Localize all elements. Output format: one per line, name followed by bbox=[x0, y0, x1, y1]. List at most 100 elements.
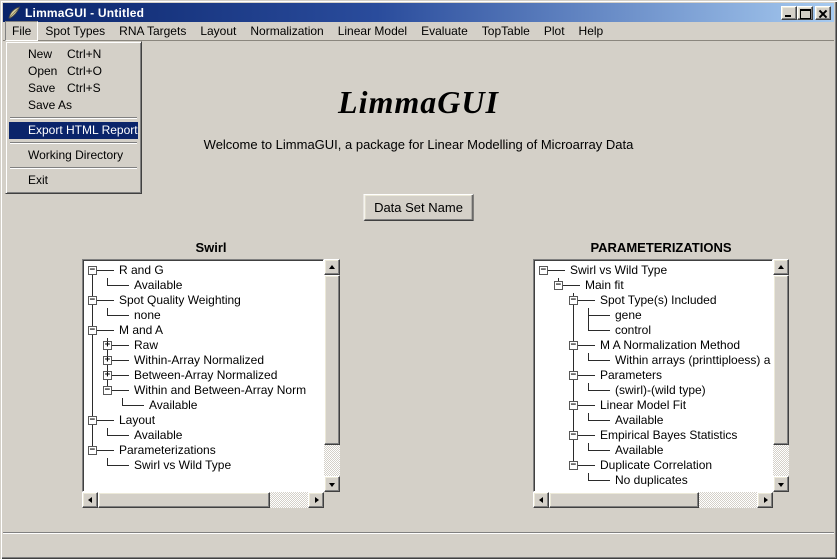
tree-branch-line bbox=[115, 338, 132, 353]
swirl-tree[interactable]: −R and GAvailable−Spot Quality Weighting… bbox=[82, 259, 324, 492]
menu-help[interactable]: Help bbox=[572, 21, 611, 41]
tree-gutter bbox=[551, 383, 566, 398]
menu-item-label: Open bbox=[28, 63, 57, 80]
tree-gutter bbox=[551, 473, 566, 488]
minimize-button[interactable] bbox=[781, 6, 797, 20]
data-set-name-button[interactable]: Data Set Name bbox=[363, 194, 474, 221]
scrollbar-thumb[interactable] bbox=[98, 492, 270, 508]
swirl-tree-vertical-scrollbar[interactable] bbox=[324, 259, 340, 492]
tree-gutter bbox=[536, 413, 551, 428]
tree-branch-line bbox=[581, 293, 598, 308]
tree-item-label[interactable]: Available bbox=[613, 443, 663, 458]
scroll-right-button[interactable] bbox=[757, 492, 773, 508]
menu-file[interactable]: File bbox=[5, 21, 38, 41]
tree-item-label[interactable]: Main fit bbox=[583, 278, 624, 293]
scrollbar-thumb[interactable] bbox=[773, 275, 789, 445]
maximize-button[interactable] bbox=[797, 6, 813, 20]
tree-item-label[interactable]: Spot Type(s) Included bbox=[598, 293, 717, 308]
scrollbar-thumb[interactable] bbox=[549, 492, 699, 508]
tree-item-label[interactable]: M and A bbox=[117, 323, 163, 338]
expand-box-icon[interactable]: + bbox=[103, 341, 112, 350]
collapse-box-icon[interactable]: − bbox=[569, 401, 578, 410]
menu-item-save-as[interactable]: Save As bbox=[9, 97, 138, 114]
tree-item-label[interactable]: Available bbox=[132, 428, 182, 443]
titlebar[interactable]: LimmaGUI - Untitled bbox=[3, 3, 834, 22]
bottom-divider bbox=[3, 532, 834, 534]
tree-item-label[interactable]: none bbox=[132, 308, 161, 323]
tree-item-label[interactable]: Empirical Bayes Statistics bbox=[598, 428, 737, 443]
scroll-left-button[interactable] bbox=[533, 492, 549, 508]
swirl-tree-horizontal-scrollbar[interactable] bbox=[82, 492, 324, 508]
tree-item-label[interactable]: (swirl)-(wild type) bbox=[613, 383, 706, 398]
scroll-right-button[interactable] bbox=[308, 492, 324, 508]
parameterizations-tree[interactable]: −Swirl vs Wild Type−Main fit−Spot Type(s… bbox=[533, 259, 773, 492]
menu-item-export-html-report[interactable]: Export HTML Report bbox=[9, 122, 138, 139]
parameterizations-tree-vertical-scrollbar[interactable] bbox=[773, 259, 789, 492]
collapse-box-icon[interactable]: − bbox=[88, 326, 97, 335]
menu-item-open[interactable]: Open Ctrl+O bbox=[9, 63, 138, 80]
tree-item-label[interactable]: Between-Array Normalized bbox=[132, 368, 277, 383]
tree-item-label[interactable]: Swirl vs Wild Type bbox=[132, 458, 231, 473]
collapse-box-icon[interactable]: − bbox=[88, 266, 97, 275]
tree-item-label[interactable]: Available bbox=[613, 413, 663, 428]
expand-box-icon[interactable]: + bbox=[103, 356, 112, 365]
collapse-box-icon[interactable]: − bbox=[569, 371, 578, 380]
scroll-up-button[interactable] bbox=[324, 259, 340, 275]
menu-item-new[interactable]: NewCtrl+N bbox=[9, 46, 138, 63]
collapse-box-icon[interactable]: − bbox=[88, 296, 97, 305]
menu-item-accelerator: Ctrl+O bbox=[67, 63, 102, 80]
scroll-up-button[interactable] bbox=[773, 259, 789, 275]
close-button[interactable] bbox=[815, 6, 831, 20]
tree-item-label[interactable]: Available bbox=[132, 278, 182, 293]
tree-gutter bbox=[536, 398, 551, 413]
collapse-box-icon[interactable]: − bbox=[569, 461, 578, 470]
menu-item-working-directory[interactable]: Working Directory bbox=[9, 147, 138, 164]
menu-spot-types[interactable]: Spot Types bbox=[38, 21, 112, 41]
tree-item-label[interactable]: Linear Model Fit bbox=[598, 398, 686, 413]
collapse-box-icon[interactable]: − bbox=[569, 431, 578, 440]
tree-item-label[interactable]: gene bbox=[613, 308, 642, 323]
tree-item-label[interactable]: M A Normalization Method bbox=[598, 338, 740, 353]
menu-layout[interactable]: Layout bbox=[193, 21, 243, 41]
tree-item-label[interactable]: Parameterizations bbox=[117, 443, 216, 458]
tree-item-label[interactable]: R and G bbox=[117, 263, 164, 278]
tree-item-label[interactable]: Within-Array Normalized bbox=[132, 353, 264, 368]
tree-item-label[interactable]: Raw bbox=[132, 338, 158, 353]
menu-normalization[interactable]: Normalization bbox=[243, 21, 330, 41]
menu-linear-model[interactable]: Linear Model bbox=[331, 21, 414, 41]
tree-item-label[interactable]: Within arrays (printtiploess) a bbox=[613, 353, 770, 368]
tree-item-label[interactable]: Parameters bbox=[598, 368, 662, 383]
tree-item-label[interactable]: Spot Quality Weighting bbox=[117, 293, 241, 308]
collapse-box-icon[interactable]: − bbox=[88, 416, 97, 425]
collapse-box-icon[interactable]: − bbox=[539, 266, 548, 275]
menu-item-exit[interactable]: Exit bbox=[9, 172, 138, 189]
menu-item-save[interactable]: SaveCtrl+S bbox=[9, 80, 138, 97]
tree-item-label[interactable]: Available bbox=[147, 398, 197, 413]
tree-item-label[interactable]: Layout bbox=[117, 413, 155, 428]
scroll-down-button[interactable] bbox=[773, 476, 789, 492]
collapse-box-icon[interactable]: − bbox=[569, 341, 578, 350]
left-arrow-icon bbox=[539, 497, 543, 503]
menu-toptable[interactable]: TopTable bbox=[475, 21, 537, 41]
tree-item-label[interactable]: control bbox=[613, 323, 651, 338]
tree-row: Available bbox=[536, 443, 772, 458]
parameterizations-tree-horizontal-scrollbar[interactable] bbox=[533, 492, 773, 508]
tree-branch-line bbox=[596, 383, 613, 398]
menu-plot[interactable]: Plot bbox=[537, 21, 572, 41]
collapse-box-icon[interactable]: − bbox=[554, 281, 563, 290]
tree-branch-line bbox=[581, 398, 598, 413]
tree-item-label[interactable]: Within and Between-Array Norm bbox=[132, 383, 306, 398]
tree-item-label[interactable]: Duplicate Correlation bbox=[598, 458, 712, 473]
tree-row: − Spot Type(s) Included bbox=[536, 293, 772, 308]
scroll-left-button[interactable] bbox=[82, 492, 98, 508]
collapse-box-icon[interactable]: − bbox=[88, 446, 97, 455]
collapse-box-icon[interactable]: − bbox=[569, 296, 578, 305]
tree-item-label[interactable]: No duplicates bbox=[613, 473, 688, 488]
menu-rna-targets[interactable]: RNA Targets bbox=[112, 21, 193, 41]
menu-evaluate[interactable]: Evaluate bbox=[414, 21, 475, 41]
scrollbar-thumb[interactable] bbox=[324, 275, 340, 445]
expand-box-icon[interactable]: + bbox=[103, 371, 112, 380]
collapse-box-icon[interactable]: − bbox=[103, 386, 112, 395]
scroll-down-button[interactable] bbox=[324, 476, 340, 492]
tree-item-label[interactable]: Swirl vs Wild Type bbox=[568, 263, 667, 278]
